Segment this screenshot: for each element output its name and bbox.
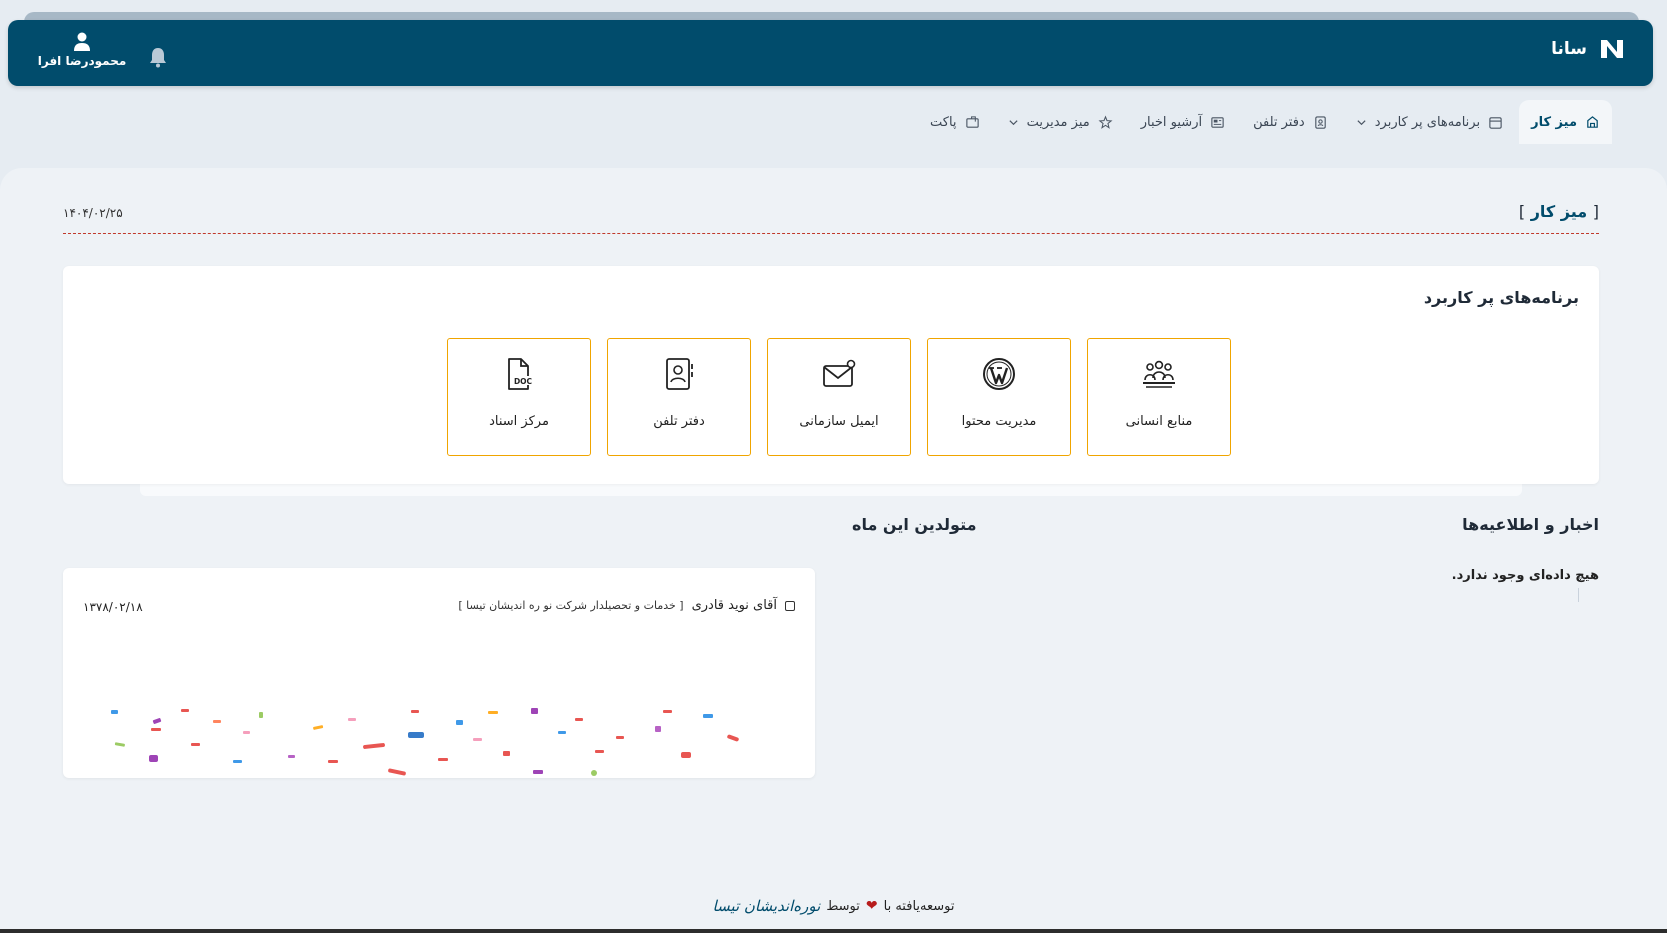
- nav-item-management-desk[interactable]: میز مدیریت: [996, 100, 1125, 144]
- app-tile-label: مرکز اسناد: [489, 414, 549, 429]
- nav-item-label: پاکت: [930, 114, 957, 130]
- main-content: [ میز کار ] ۱۴۰۴/۰۲/۲۵ برنامه‌های پر کار…: [0, 168, 1667, 933]
- company-logo[interactable]: نوره‌اندیشان تیسا: [713, 897, 821, 915]
- document-icon: DOC: [508, 358, 533, 390]
- app-tile-email[interactable]: ایمیل سازمانی: [767, 338, 911, 456]
- birthday-person: آقای نوید قادری [ خدمات و تحصیلدار شرکت …: [458, 598, 795, 613]
- star-icon: [1098, 114, 1113, 129]
- page-title-text: میز کار: [1530, 202, 1588, 221]
- nav-item-envelope[interactable]: پاکت: [918, 100, 992, 144]
- square-bullet-icon: [785, 600, 795, 611]
- email-icon: [823, 359, 856, 387]
- app-tile-label: مدیریت محتوا: [961, 414, 1037, 429]
- apps-card-shadow: [140, 484, 1522, 496]
- bracket-open: [: [1592, 202, 1599, 221]
- page-header: [ میز کار ] ۱۴۰۴/۰۲/۲۵: [63, 202, 1599, 234]
- wordpress-icon: [983, 358, 1015, 390]
- app-header: سانا محمودرضا افرا: [8, 20, 1653, 86]
- app-tile-label: دفتر تلفن: [653, 414, 705, 429]
- bottom-bar: [0, 929, 1667, 933]
- app-tile-documents[interactable]: DOC مرکز اسناد: [447, 338, 591, 456]
- newspaper-icon: [1211, 116, 1224, 128]
- nav-item-label: برنامه‌های پر کاربرد: [1374, 114, 1481, 130]
- birthdays-card: آقای نوید قادری [ خدمات و تحصیلدار شرکت …: [63, 568, 815, 778]
- desk-icon: [1587, 115, 1598, 128]
- news-empty-message: هیچ داده‌ای وجود ندارد.: [1451, 568, 1599, 583]
- birthday-description: [ خدمات و تحصیلدار شرکت نو ره اندیشان تی…: [458, 599, 684, 612]
- envelope-icon: [965, 115, 979, 128]
- page-date: ۱۴۰۴/۰۲/۲۵: [63, 206, 123, 220]
- apps-grid: DOC مرکز اسناد دفتر تلفن ایمیل سازمانی م…: [447, 338, 1231, 456]
- bell-icon[interactable]: [148, 46, 168, 68]
- nav-item-phonebook[interactable]: دفتر تلفن: [1241, 100, 1340, 144]
- chevron-down-icon: [1008, 119, 1018, 125]
- birthday-name: آقای نوید قادری: [691, 598, 777, 613]
- nav-item-desk[interactable]: میز کار: [1519, 100, 1612, 144]
- main-nav: میز کار برنامه‌های پر کاربرد دفتر تلفن آ…: [918, 100, 1612, 144]
- birthdays-title: متولدین این ماه: [852, 515, 977, 534]
- chevron-down-icon: [1357, 119, 1366, 125]
- svg-text:DOC: DOC: [514, 377, 533, 386]
- app-tile-human-resources[interactable]: منابع انسانی: [1087, 338, 1231, 456]
- nav-item-news-archive[interactable]: آرشیو اخبار: [1129, 100, 1237, 144]
- nav-item-frequent-apps[interactable]: برنامه‌های پر کاربرد: [1344, 100, 1515, 144]
- app-tile-phonebook[interactable]: دفتر تلفن: [607, 338, 751, 456]
- contacts-icon: [1314, 115, 1326, 129]
- news-title: اخبار و اطلاعیه‌ها: [1462, 515, 1599, 534]
- confetti-decoration: [111, 708, 739, 776]
- phonebook-icon: [666, 358, 693, 390]
- nav-item-label: میز کار: [1531, 114, 1577, 130]
- calendar-icon: [1489, 116, 1502, 129]
- nav-item-label: آرشیو اخبار: [1140, 114, 1203, 130]
- frequent-apps-card: برنامه‌های پر کاربرد DOC مرکز اسناد: [63, 266, 1599, 484]
- app-tile-content-management[interactable]: مدیریت محتوا: [927, 338, 1071, 456]
- nav-item-label: دفتر تلفن: [1253, 114, 1305, 130]
- birthday-date: ۱۳۷۸/۰۲/۱۸: [83, 600, 143, 614]
- app-tile-label: منابع انسانی: [1125, 414, 1193, 429]
- nav-item-label: میز مدیریت: [1026, 114, 1090, 130]
- people-icon: [1143, 360, 1175, 388]
- brand-name: سانا: [1551, 39, 1587, 59]
- section-title: برنامه‌های پر کاربرد: [1423, 288, 1579, 307]
- logo-icon: [1601, 40, 1623, 58]
- page-title: [ میز کار ]: [1519, 202, 1599, 221]
- user-name: محمودرضا افرا: [37, 54, 127, 68]
- footer-by: توسط: [826, 898, 860, 914]
- brand[interactable]: سانا: [1551, 38, 1625, 60]
- heart-icon: ❤: [865, 898, 878, 914]
- bracket-close: ]: [1518, 202, 1526, 221]
- user-icon: [74, 32, 90, 51]
- list-item: آقای نوید قادری [ خدمات و تحصیلدار شرکت …: [83, 598, 795, 618]
- news-divider: [1578, 588, 1579, 602]
- app-tile-label: ایمیل سازمانی: [799, 414, 879, 429]
- footer: توسعه‌یافته با ❤ توسط نوره‌اندیشان تیسا: [0, 897, 1667, 915]
- footer-prefix: توسعه‌یافته با: [883, 898, 955, 914]
- user-menu[interactable]: محمودرضا افرا: [36, 32, 128, 68]
